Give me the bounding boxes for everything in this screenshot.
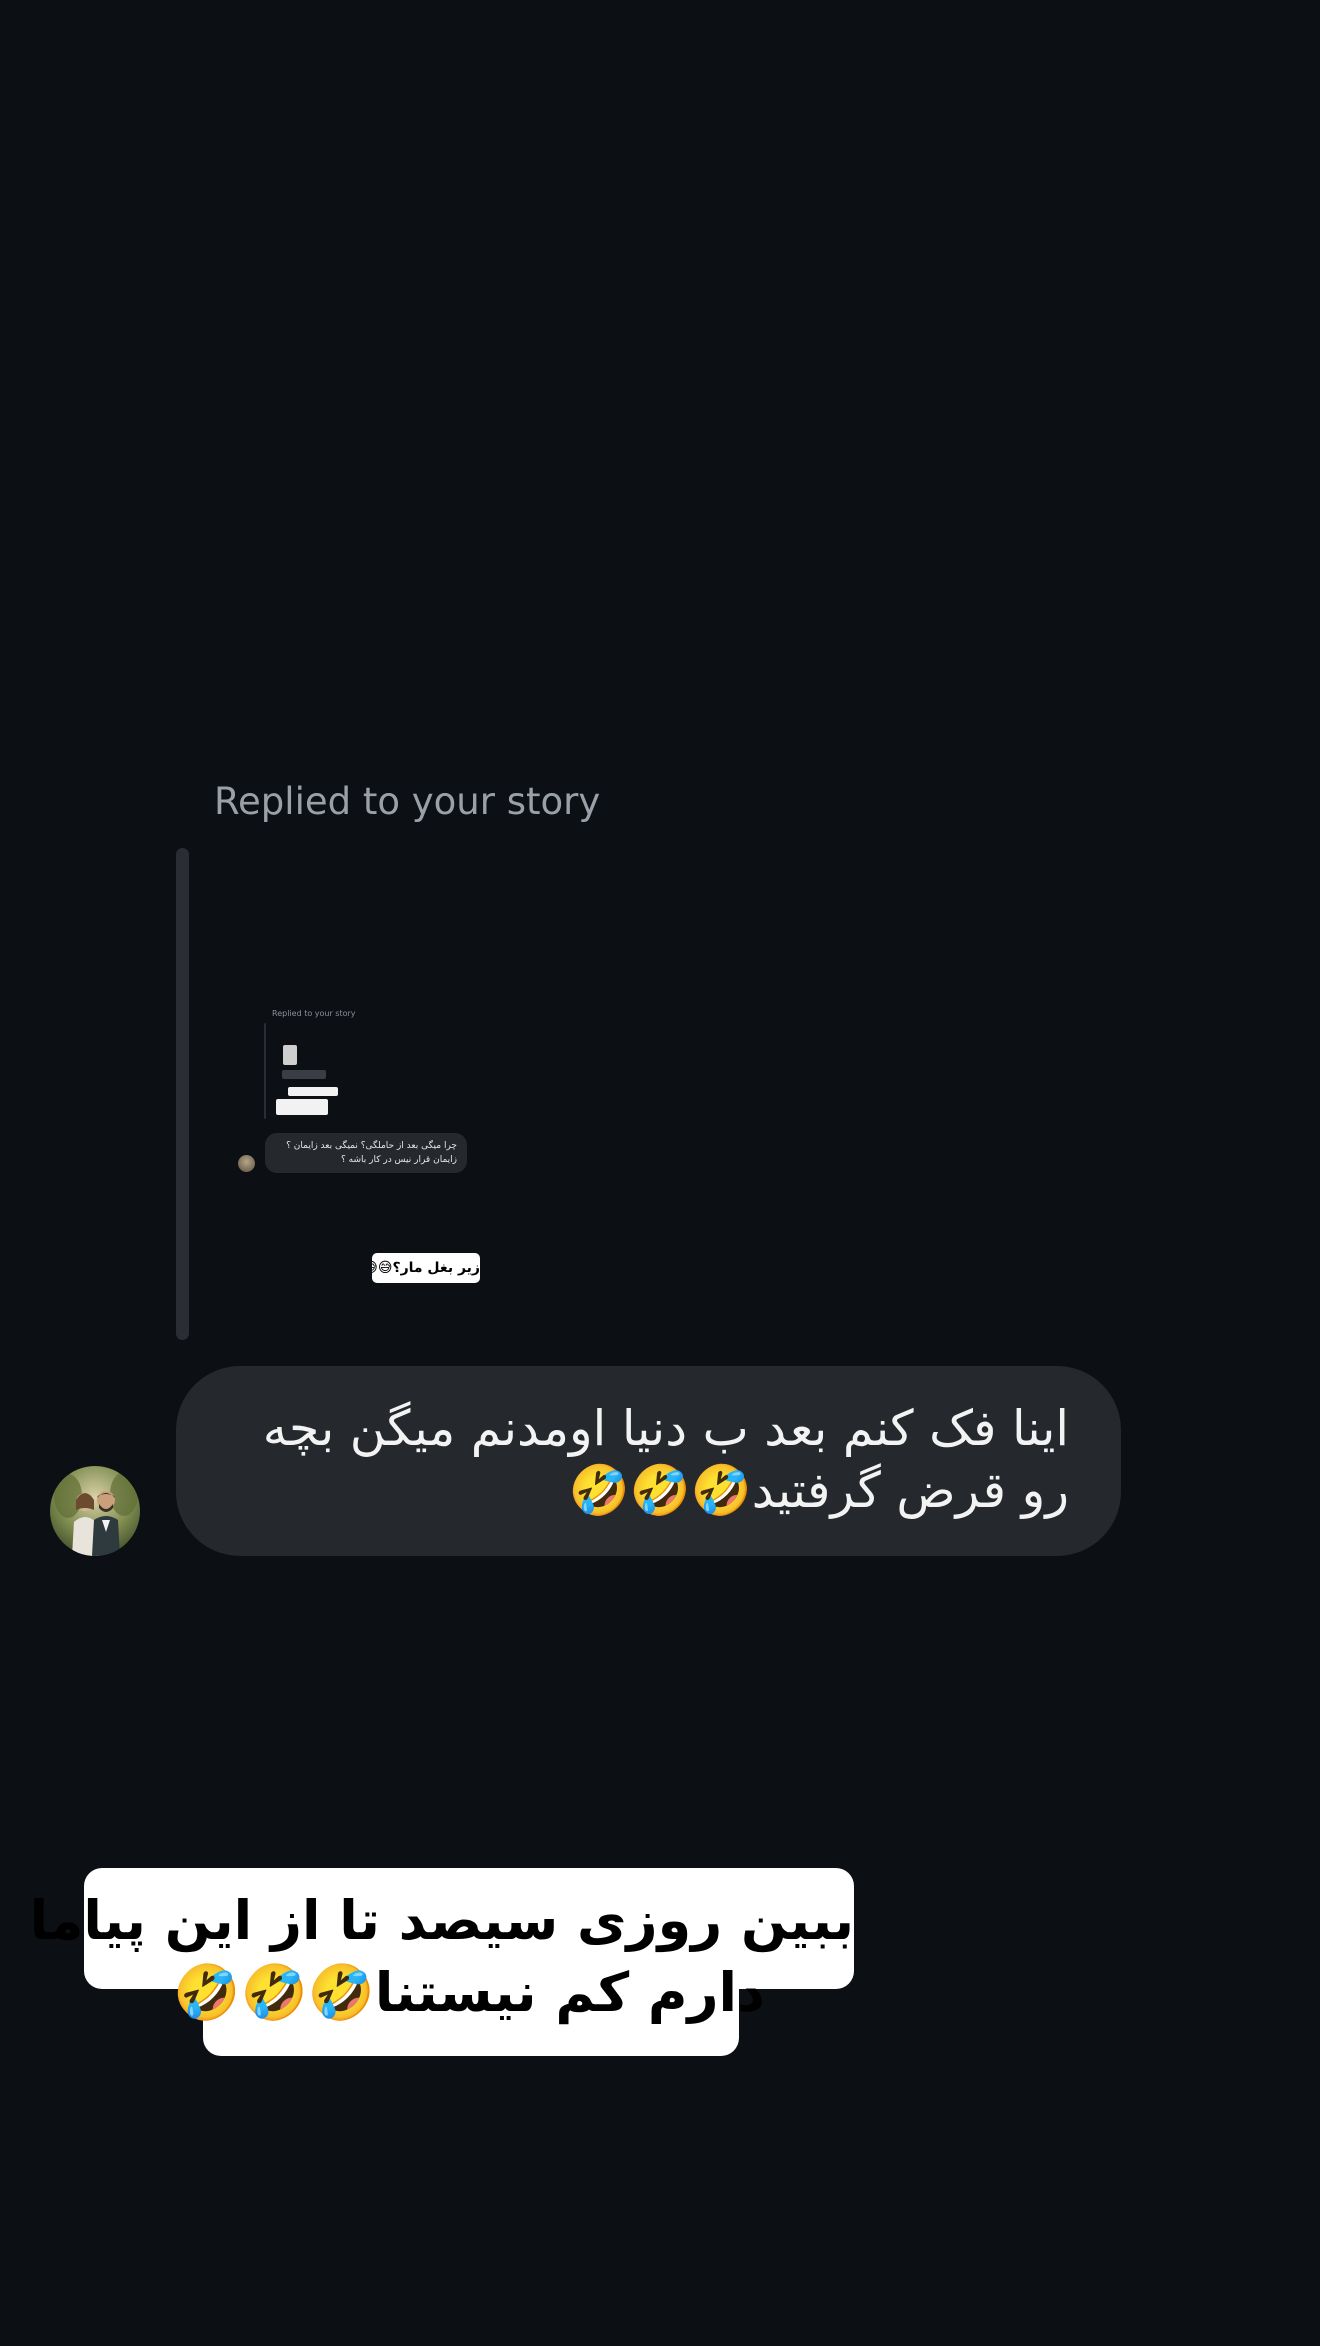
preview-image xyxy=(282,1070,326,1079)
preview-message-bubble: چرا میگی بعد از حاملگی؟ نمیگی بعد زایمان… xyxy=(265,1133,467,1173)
caption-line-1: ببین روزی سیصد تا از این پیاما xyxy=(29,1889,854,1952)
preview-text-sticker: زیر بغل مار؟😅😅 xyxy=(372,1253,480,1283)
sender-avatar[interactable] xyxy=(50,1466,140,1556)
replied-to-story-label: Replied to your story xyxy=(214,780,601,823)
preview-replied-label: Replied to your story xyxy=(272,1009,356,1018)
reply-quote-bar xyxy=(176,848,189,1340)
preview-quote-bar xyxy=(264,1023,266,1119)
story-caption-sticker: ببین روزی سیصد تا از این پیاما دارم کم ن… xyxy=(29,1868,854,2056)
message-bubble[interactable]: اینا فک کنم بعد ب دنیا اومدنم میگن بچه ر… xyxy=(176,1366,1121,1556)
preview-image xyxy=(283,1045,297,1065)
preview-avatar xyxy=(238,1155,255,1172)
story-preview-thumbnail[interactable]: Replied to your story چرا میگی بعد از حا… xyxy=(230,995,510,1295)
avatar-photo xyxy=(50,1466,140,1556)
caption-line-2: دارم کم نیستنا🤣🤣🤣 xyxy=(173,1961,765,2024)
preview-image xyxy=(288,1087,338,1096)
preview-image xyxy=(276,1099,328,1115)
message-text: اینا فک کنم بعد ب دنیا اومدنم میگن بچه ر… xyxy=(262,1400,1069,1519)
